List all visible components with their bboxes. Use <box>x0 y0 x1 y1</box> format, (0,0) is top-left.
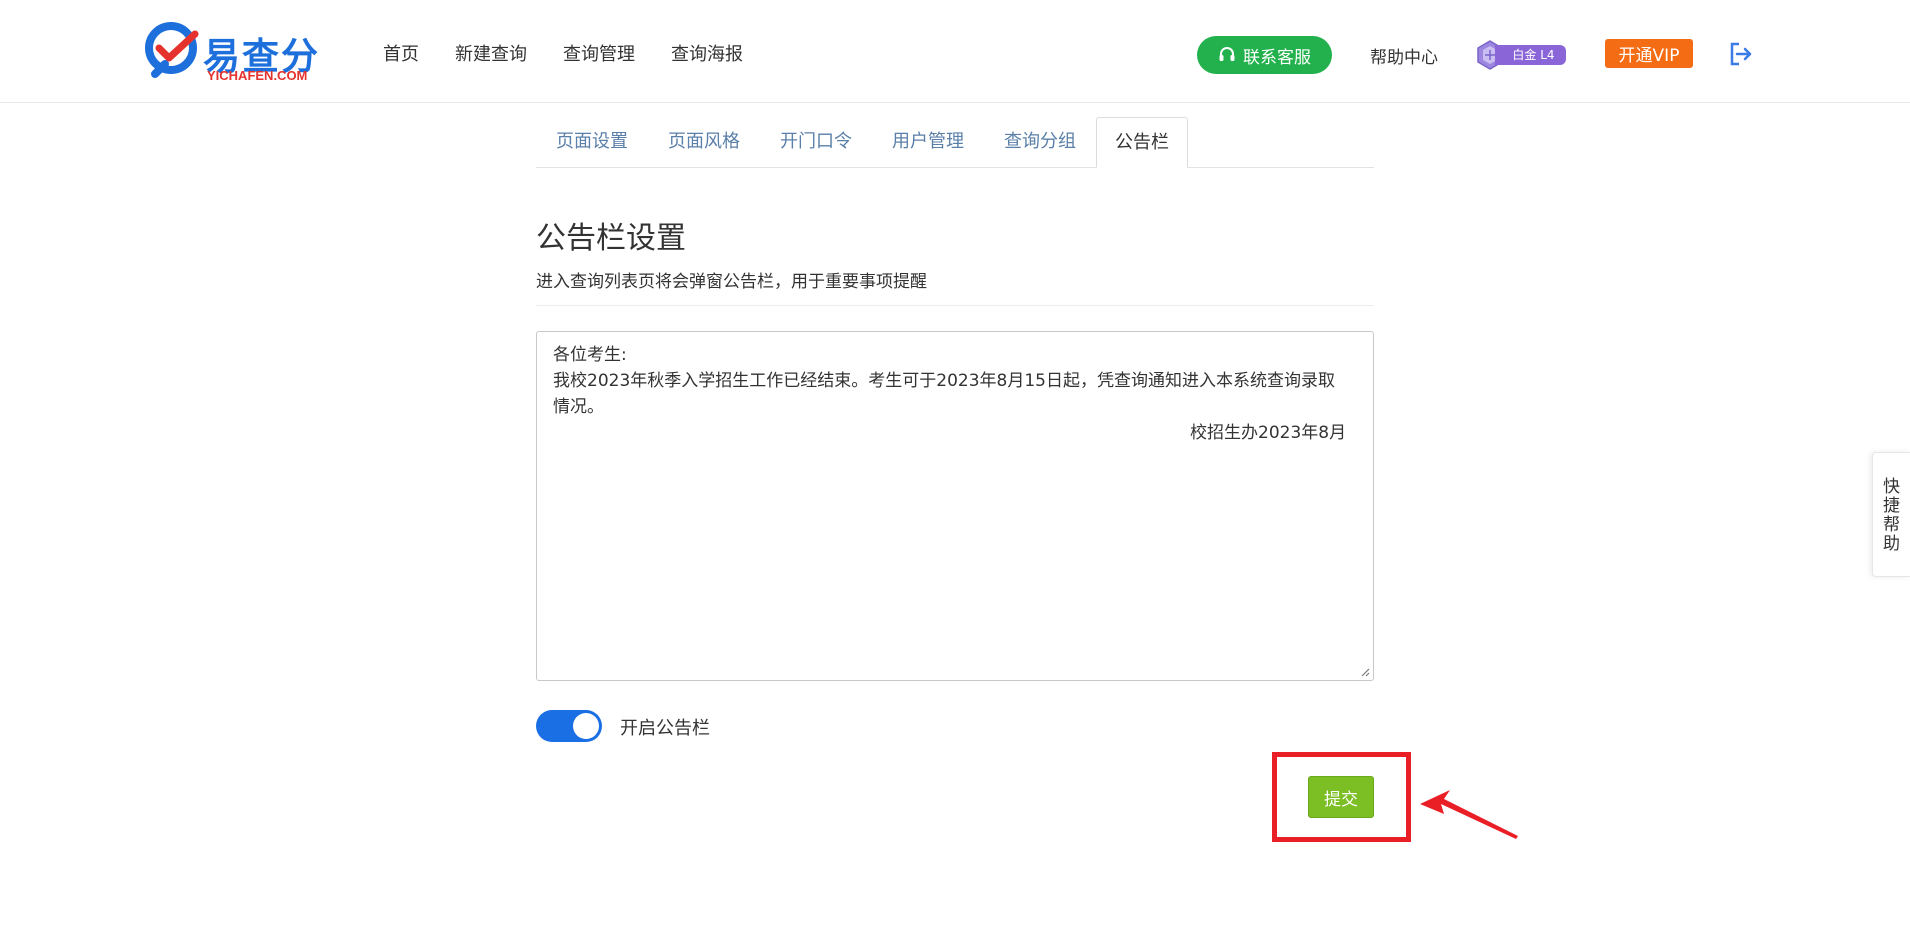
help-center-link[interactable]: 帮助中心 <box>1370 43 1438 68</box>
toggle-knob <box>573 713 599 739</box>
notice-line-body: 我校2023年秋季入学招生工作已经结束。考生可于2023年8月15日起，凭查询通… <box>553 371 1335 391</box>
contact-support-button[interactable]: 联系客服 <box>1197 36 1332 74</box>
quick-help-tab[interactable]: 快捷帮助 <box>1872 452 1910 577</box>
tab-access-password[interactable]: 开门口令 <box>760 117 872 168</box>
notice-signature: 校招生办2023年8月 <box>1190 423 1347 443</box>
notice-enable-toggle[interactable] <box>536 710 602 742</box>
tab-page-settings[interactable]: 页面设置 <box>536 117 648 168</box>
settings-tabs: 页面设置 页面风格 开门口令 用户管理 查询分组 公告栏 <box>536 117 1374 168</box>
contact-support-label: 联系客服 <box>1243 47 1311 68</box>
logout-button[interactable] <box>1728 41 1754 71</box>
headset-icon <box>1219 47 1235 61</box>
pointer-arrow-icon <box>1420 790 1518 839</box>
resize-grip-icon[interactable] <box>1360 667 1370 677</box>
nav-home[interactable]: 首页 <box>383 40 419 66</box>
nav-query-management[interactable]: 查询管理 <box>563 40 635 66</box>
submit-button[interactable]: 提交 <box>1308 776 1374 818</box>
notice-line-body-end: 情况。 <box>553 397 604 417</box>
notice-content-textarea[interactable]: 各位考生: 我校2023年秋季入学招生工作已经结束。考生可于2023年8月15日… <box>536 331 1374 681</box>
member-level-label: 白金 L4 <box>1495 45 1566 65</box>
top-header: 易查分 YICHAFEN.COM 首页 新建查询 查询管理 查询海报 联系客服 … <box>0 0 1910 103</box>
main-nav: 首页 新建查询 查询管理 查询海报 <box>383 40 779 66</box>
logo[interactable]: 易查分 YICHAFEN.COM <box>145 22 320 84</box>
section-description: 进入查询列表页将会弹窗公告栏，用于重要事项提醒 <box>536 272 927 292</box>
logo-check-icon <box>145 22 199 78</box>
logout-icon <box>1730 42 1752 66</box>
member-level-badge: 白金 L4 <box>1477 40 1569 70</box>
notice-line-greeting: 各位考生: <box>553 345 627 365</box>
nav-new-query[interactable]: 新建查询 <box>455 40 527 66</box>
tab-query-groups[interactable]: 查询分组 <box>984 117 1096 168</box>
nav-query-poster[interactable]: 查询海报 <box>671 40 743 66</box>
tab-page-style[interactable]: 页面风格 <box>648 117 760 168</box>
section-title: 公告栏设置 <box>536 221 686 256</box>
quick-help-label: 快捷帮助 <box>1883 477 1900 554</box>
open-vip-button[interactable]: 开通VIP <box>1605 39 1693 68</box>
logo-domain: YICHAFEN.COM <box>207 68 308 83</box>
tab-user-management[interactable]: 用户管理 <box>872 117 984 168</box>
tab-notice-board[interactable]: 公告栏 <box>1096 117 1188 168</box>
divider <box>536 305 1374 306</box>
notice-text: 各位考生: 我校2023年秋季入学招生工作已经结束。考生可于2023年8月15日… <box>553 342 1363 443</box>
notice-enable-label: 开启公告栏 <box>620 718 710 739</box>
